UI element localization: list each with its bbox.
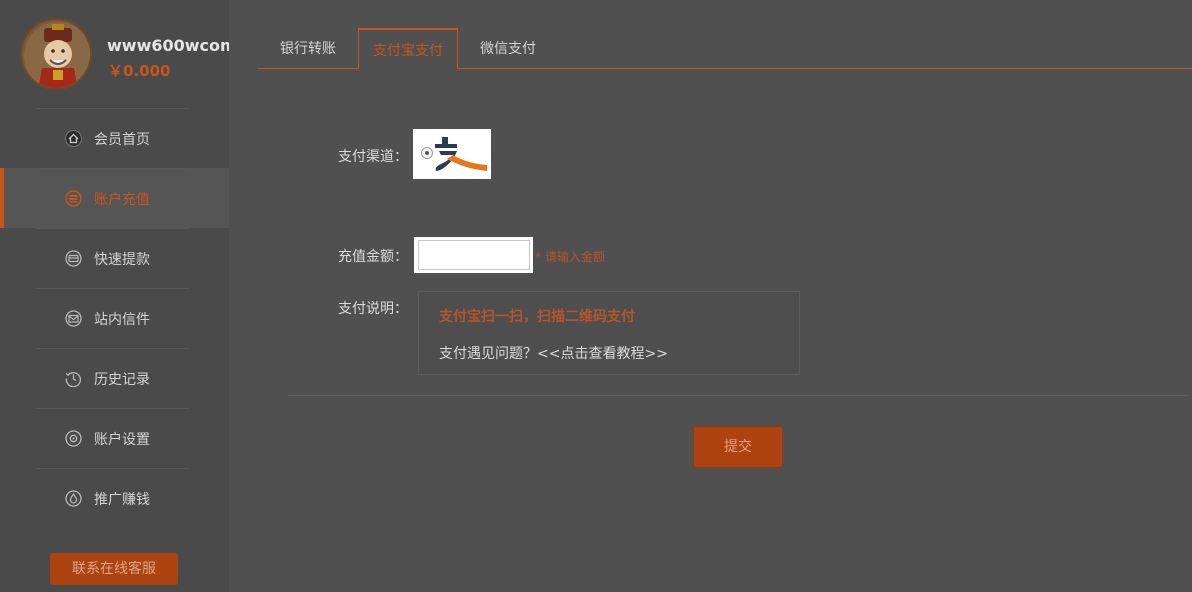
sidebar-nav: 会员首页 账户充值 快速提款 站内信件 历史记录 账户设置 推广赚钱 [0, 108, 229, 528]
amount-hint: * 请输入金额 [535, 250, 605, 264]
history-icon [65, 372, 82, 387]
amount-label: 充值金额： [338, 249, 408, 265]
contact-service-button[interactable]: 联系在线客服 [50, 553, 178, 585]
sidebar-item-promo[interactable]: 推广赚钱 [0, 468, 229, 528]
sidebar-item-mail[interactable]: 站内信件 [0, 288, 229, 348]
sidebar-item-member-home[interactable]: 会员首页 [0, 108, 229, 168]
amount-input[interactable] [418, 240, 530, 270]
description-title: 支付宝扫一扫，扫描二维码支付 [439, 309, 635, 325]
sidebar-item-label: 账户充值 [94, 192, 150, 208]
sidebar-item-label: 历史记录 [94, 372, 150, 388]
withdraw-icon [65, 250, 82, 267]
submit-button[interactable]: 提交 [693, 426, 783, 468]
form-divider [288, 395, 1188, 396]
tutorial-link[interactable]: 支付遇见问题？<<点击查看教程>> [439, 343, 668, 363]
sidebar-item-label: 账户设置 [94, 432, 150, 448]
description-label: 支付说明： [338, 301, 408, 317]
payment-tabs: 银行转账 支付宝支付 微信支付 [258, 28, 1192, 70]
sidebar-item-deposit[interactable]: 账户充值 [0, 168, 229, 228]
tab-bank-transfer[interactable]: 银行转账 [258, 28, 358, 69]
user-info: www600wcom ￥0.000 [20, 18, 229, 90]
home-icon [65, 130, 82, 147]
channel-label: 支付渠道： [338, 149, 408, 165]
username: www600wcom [107, 36, 229, 55]
sidebar-item-withdraw[interactable]: 快速提款 [0, 228, 229, 288]
sidebar-item-history[interactable]: 历史记录 [0, 348, 229, 408]
mascot-avatar-icon [24, 22, 90, 88]
tab-alipay[interactable]: 支付宝支付 [358, 28, 458, 70]
sidebar-item-label: 快速提款 [94, 252, 150, 268]
promo-icon [65, 490, 82, 507]
sidebar-item-label: 推广赚钱 [94, 492, 150, 508]
tab-wechat-pay[interactable]: 微信支付 [458, 28, 558, 69]
payment-description-box: 支付宝扫一扫，扫描二维码支付 支付遇见问题？<<点击查看教程>> [418, 291, 800, 375]
alipay-channel-radio[interactable] [421, 147, 433, 159]
account-balance: ￥0.000 [108, 62, 171, 80]
sidebar: www600wcom ￥0.000 会员首页 账户充值 快速提款 站内信件 历史… [0, 0, 229, 592]
sidebar-item-label: 站内信件 [94, 312, 150, 328]
deposit-icon [65, 190, 82, 207]
avatar [20, 18, 92, 90]
sidebar-item-settings[interactable]: 账户设置 [0, 408, 229, 468]
settings-icon [65, 430, 82, 447]
sidebar-item-label: 会员首页 [94, 132, 150, 148]
mail-icon [65, 310, 82, 327]
